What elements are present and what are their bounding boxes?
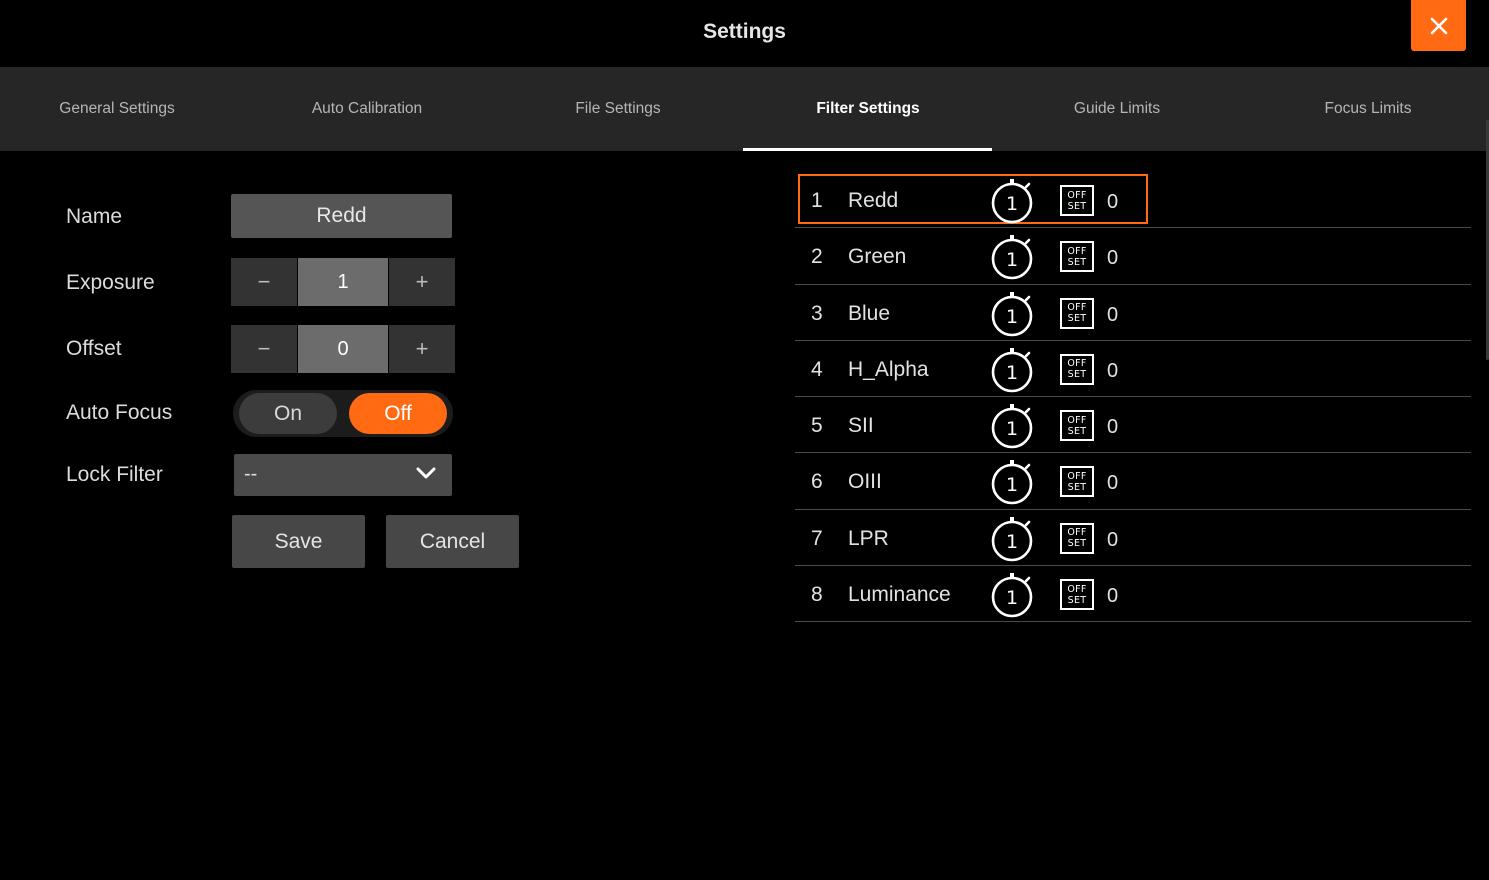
filter-offset-value: 0 [1107, 472, 1119, 495]
offset-icon: OFF SET [1060, 410, 1094, 442]
save-button[interactable]: Save [232, 515, 365, 568]
offset-decrement-button[interactable]: − [231, 325, 297, 373]
svg-text:1: 1 [1006, 362, 1018, 384]
lock-filter-value: -- [244, 463, 258, 485]
filter-offset-value: 0 [1107, 416, 1119, 439]
window-title: Settings [703, 20, 786, 43]
svg-text:1: 1 [1006, 418, 1018, 440]
title-bar: Settings [0, 0, 1489, 67]
stopwatch-icon: 1 [991, 347, 1033, 393]
svg-text:1: 1 [1006, 587, 1018, 609]
filter-number: 6 [811, 470, 823, 494]
filter-offset-value: 0 [1107, 247, 1119, 270]
offset-value[interactable]: 0 [298, 325, 388, 373]
svg-text:1: 1 [1006, 249, 1018, 271]
filter-name: Blue [848, 301, 891, 325]
filter-row-lpr[interactable]: 7 LPR 1 OFF SET 0 [795, 510, 1471, 567]
filter-name: LPR [848, 526, 889, 550]
tab-file-settings[interactable]: File Settings [493, 67, 743, 151]
cancel-button[interactable]: Cancel [386, 515, 519, 568]
offset-icon: OFF SET [1060, 241, 1094, 273]
filter-offset-value: 0 [1107, 303, 1119, 326]
auto-focus-label: Auto Focus [66, 401, 173, 424]
filter-number: 7 [811, 526, 823, 550]
filter-number: 4 [811, 357, 823, 381]
offset-icon: OFF SET [1060, 466, 1094, 498]
auto-focus-toggle: On Off [233, 390, 453, 437]
lock-filter-select[interactable]: -- [234, 454, 452, 496]
stopwatch-icon: 1 [991, 573, 1033, 618]
filter-number: 8 [811, 583, 823, 607]
chevron-down-icon [416, 467, 436, 479]
offset-icon: OFF SET [1060, 353, 1094, 385]
offset-increment-button[interactable]: + [389, 325, 455, 373]
lock-filter-label: Lock Filter [66, 463, 163, 486]
filter-number: 3 [811, 301, 823, 325]
svg-text:1: 1 [1006, 306, 1018, 328]
filter-offset-value: 0 [1107, 585, 1119, 608]
name-field[interactable]: Redd [231, 194, 452, 238]
offset-icon: OFF SET [1060, 297, 1094, 329]
filter-row-luminance[interactable]: 8 Luminance 1 OFF SET 0 [795, 566, 1471, 623]
filter-row-sii[interactable]: 5 SII 1 OFF SET 0 [795, 397, 1471, 454]
stopwatch-icon: 1 [991, 460, 1033, 505]
filter-row-green[interactable]: 2 Green 1 OFF SET 0 [795, 228, 1471, 285]
stopwatch-icon: 1 [991, 516, 1033, 562]
filter-name: Green [848, 245, 907, 269]
exposure-value[interactable]: 1 [298, 258, 388, 306]
filter-number: 1 [811, 189, 823, 212]
filter-name: OIII [848, 470, 882, 494]
active-tab-indicator [743, 148, 992, 151]
filter-name: H_Alpha [848, 357, 929, 381]
filter-row-oiii[interactable]: 6 OIII 1 OFF SET 0 [795, 453, 1471, 510]
offset-label: Offset [66, 337, 122, 360]
close-button[interactable] [1411, 0, 1466, 51]
stopwatch-icon: 1 [991, 291, 1033, 336]
tab-guide-limits[interactable]: Guide Limits [992, 67, 1242, 151]
filter-offset-value: 0 [1107, 359, 1119, 382]
filter-row-blue[interactable]: 3 Blue 1 OFF SET 0 [795, 285, 1471, 341]
svg-text:1: 1 [1006, 474, 1018, 496]
auto-focus-on-option[interactable]: On [239, 393, 337, 434]
filter-number: 5 [811, 414, 823, 438]
svg-text:1: 1 [1006, 193, 1018, 215]
stopwatch-icon: 1 [991, 404, 1033, 449]
exposure-decrement-button[interactable]: − [231, 258, 297, 306]
exposure-stepper: − 1 + [231, 258, 455, 306]
svg-text:1: 1 [1006, 531, 1018, 553]
tab-bar: General Settings Auto Calibration File S… [0, 67, 1489, 151]
filter-name: Redd [848, 189, 899, 212]
tab-auto-calibration[interactable]: Auto Calibration [242, 67, 492, 151]
stopwatch-icon: 1 [991, 179, 1033, 224]
auto-focus-off-option[interactable]: Off [349, 393, 447, 434]
stopwatch-icon: 1 [991, 235, 1033, 280]
offset-icon: OFF SET [1060, 185, 1094, 216]
filter-row-redd[interactable]: 1 Redd 1 OFF SET 0 [795, 172, 1471, 229]
filter-name: Luminance [848, 583, 951, 607]
filter-number: 2 [811, 245, 823, 269]
offset-icon: OFF SET [1060, 579, 1094, 611]
exposure-label: Exposure [66, 271, 155, 294]
filter-offset-value: 0 [1107, 528, 1119, 551]
offset-icon: OFF SET [1060, 522, 1094, 554]
filter-row-h-alpha[interactable]: 4 H_Alpha 1 OFF SET 0 [795, 341, 1471, 398]
exposure-increment-button[interactable]: + [389, 258, 455, 306]
name-label: Name [66, 205, 123, 228]
filter-offset-value: 0 [1107, 191, 1119, 213]
offset-stepper: − 0 + [231, 325, 455, 373]
tab-focus-limits[interactable]: Focus Limits [1243, 67, 1489, 151]
tab-general-settings[interactable]: General Settings [0, 67, 242, 151]
close-icon [1430, 17, 1447, 34]
tab-filter-settings[interactable]: Filter Settings [743, 67, 993, 151]
filter-list: 1 Redd 1 OFF SET 0 2 Green 1 OFF SET 0 3 [795, 172, 1471, 623]
filter-name: SII [848, 414, 874, 438]
